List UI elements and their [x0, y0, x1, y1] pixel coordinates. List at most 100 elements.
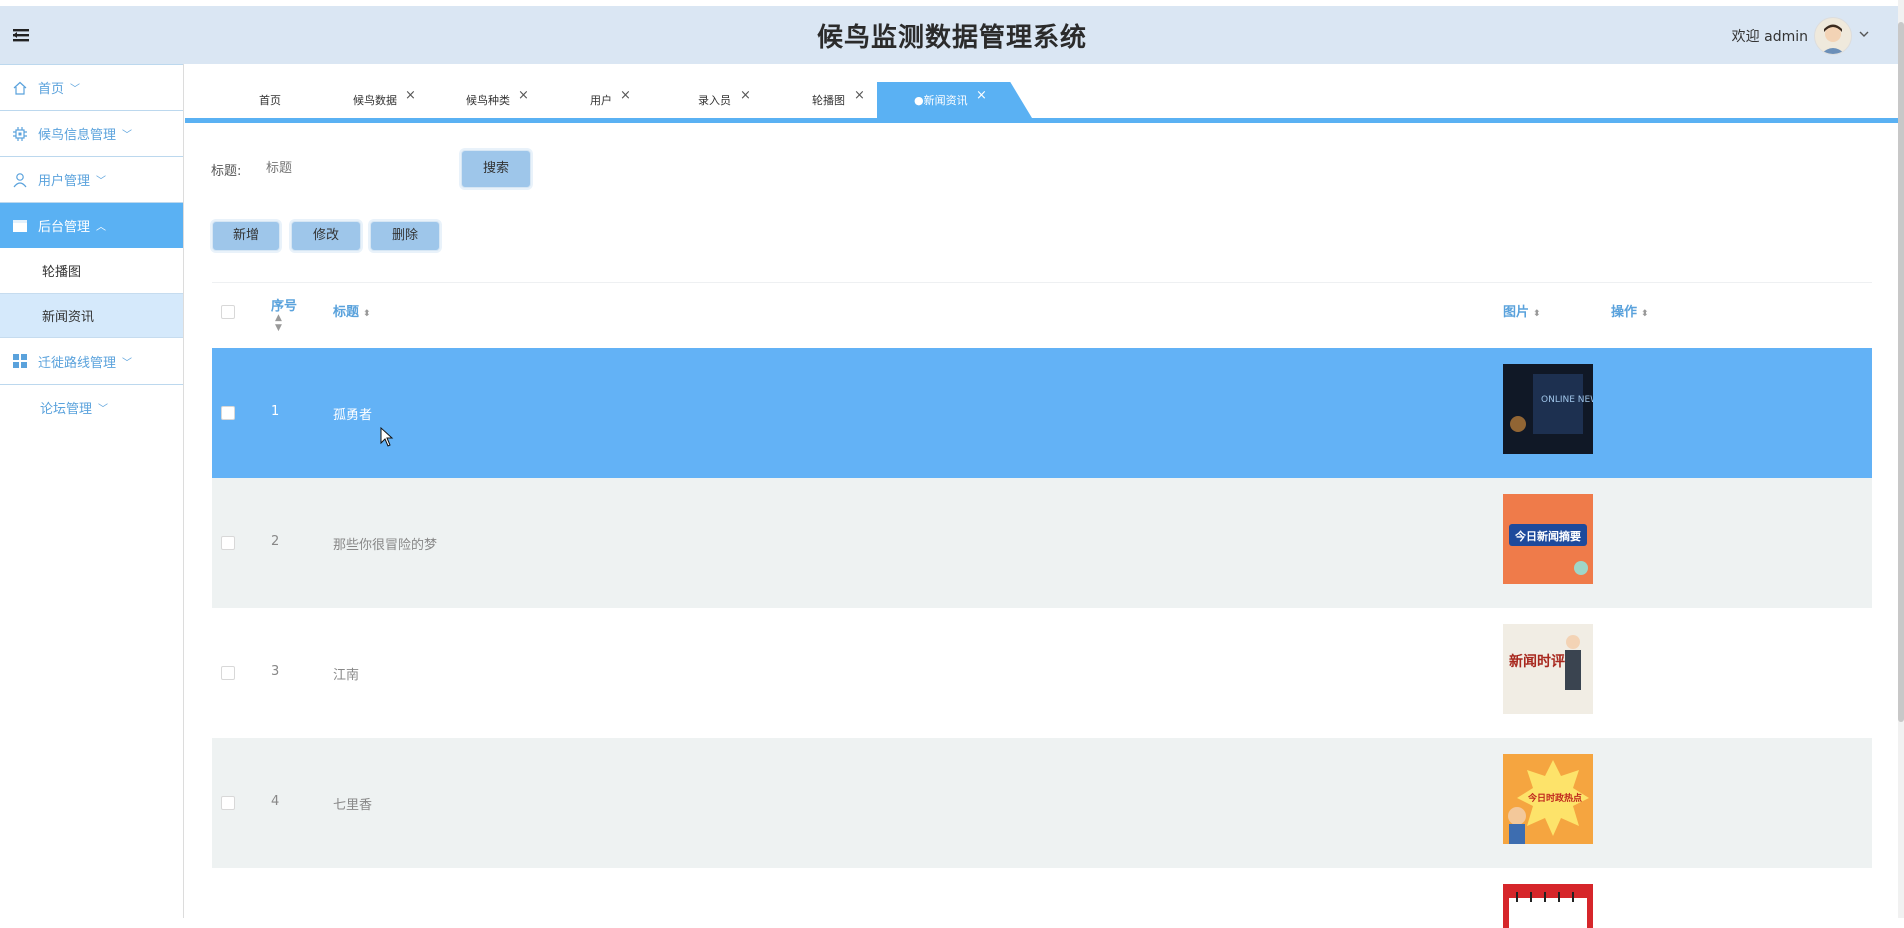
title-filter-label: 标题: — [211, 164, 242, 179]
sidebar-item-label: 迁徙路线管理 — [38, 355, 117, 371]
sidebar-item-label: 首页 — [38, 82, 65, 97]
thumbnail-text: 新闻时评 — [1509, 653, 1565, 670]
scrollbar-thumb[interactable] — [1898, 22, 1904, 722]
chevron-down-icon[interactable] — [1858, 28, 1870, 44]
row-index: 1 — [271, 404, 280, 419]
column-header-label: 序号 — [271, 299, 298, 314]
thumbnail-text: ONLINE NEWS — [1541, 395, 1593, 405]
row-checkbox[interactable] — [221, 536, 235, 550]
tab-carousel[interactable]: 轮播图 × — [812, 80, 865, 118]
column-header-label: 操作 — [1611, 305, 1638, 320]
table-row[interactable]: 4 七里香 今日时政热点 — [212, 738, 1872, 868]
sidebar-item-bird-info[interactable]: 候鸟信息管理 ﹀ — [0, 110, 183, 156]
close-icon[interactable]: × — [976, 75, 987, 117]
add-button[interactable]: 新增 — [212, 221, 280, 251]
row-index: 3 — [271, 664, 280, 679]
welcome-text: 欢迎 admin — [1731, 29, 1808, 45]
chevron-down-icon: ﹀ — [96, 176, 107, 187]
edit-button[interactable]: 修改 — [291, 221, 361, 251]
sidebar: 首页 ﹀ 候鸟信息管理 ﹀ 用户管理 ﹀ 后台管理 ︿ 轮播图 新闻资讯 迁徙路… — [0, 64, 184, 918]
user-menu[interactable]: 欢迎 admin — [1732, 16, 1870, 56]
close-icon[interactable]: × — [854, 75, 865, 117]
sidebar-subitem-label: 轮播图 — [42, 265, 82, 280]
column-header-title[interactable]: 标题 ⬍ — [333, 301, 371, 320]
table-icon — [12, 218, 28, 234]
row-title: 七里香 — [333, 798, 373, 813]
tab-user[interactable]: 用户 × — [590, 80, 631, 118]
tab-label: 用户 — [590, 94, 612, 107]
page-scrollbar[interactable] — [1898, 0, 1904, 918]
news-thumbnail[interactable]: 新闻时评 — [1503, 624, 1593, 714]
close-icon[interactable]: × — [405, 75, 416, 117]
news-table: 序号 ▲▼ 标题⬍ 图片⬍ 操作⬍ 1 孤勇者 ONLINE NEWS 2 那些… — [212, 282, 1872, 928]
sort-icon[interactable]: ▲ ▼ — [275, 313, 282, 333]
avatar[interactable] — [1814, 17, 1852, 55]
sidebar-item-label: 后台管理 — [38, 220, 91, 235]
close-icon[interactable]: × — [740, 75, 751, 117]
chip-icon — [12, 126, 28, 142]
sort-icon[interactable]: ⬍ — [363, 309, 371, 319]
news-thumbnail[interactable]: ONLINE NEWS — [1503, 364, 1593, 454]
news-thumbnail[interactable]: 今日新闻摘要 — [1503, 494, 1593, 584]
news-thumbnail[interactable] — [1503, 884, 1593, 928]
chevron-up-icon: ︿ — [96, 222, 107, 233]
table-header: 序号 ▲ ▼ 标题 ⬍ 图片 ⬍ 操作 ⬍ — [212, 283, 1872, 348]
search-button[interactable]: 搜索 — [461, 150, 531, 188]
close-icon[interactable]: × — [518, 75, 529, 117]
grid-icon — [12, 353, 28, 369]
row-index: 4 — [271, 794, 280, 809]
table-row[interactable] — [212, 868, 1872, 928]
chevron-down-icon: ﹀ — [122, 357, 133, 369]
row-title: 江南 — [333, 668, 360, 683]
sidebar-item-migration[interactable]: 迁徙路线管理 ﹀ — [0, 338, 183, 384]
close-icon[interactable]: × — [620, 75, 631, 117]
row-checkbox[interactable] — [221, 796, 235, 810]
chevron-down-icon: ﹀ — [98, 404, 109, 415]
tab-home[interactable]: 首页 — [259, 80, 281, 118]
chevron-down-icon: ﹀ — [122, 130, 133, 141]
thumbnail-text: 今日时政热点 — [1527, 792, 1582, 804]
sidebar-subitem-carousel[interactable]: 轮播图 — [0, 248, 183, 293]
thumbnail-text: 今日新闻摘要 — [1514, 529, 1581, 543]
tab-news[interactable]: ●新闻资讯 × — [914, 80, 987, 118]
tab-bird-data[interactable]: 候鸟数据 × — [353, 80, 416, 118]
home-icon — [12, 80, 28, 96]
sidebar-subitem-news[interactable]: 新闻资讯 — [0, 293, 183, 338]
tab-label: ●新闻资讯 — [914, 94, 968, 107]
delete-button[interactable]: 删除 — [370, 221, 440, 251]
app-title: 候鸟监测数据管理系统 — [816, 23, 1087, 53]
sidebar-item-forum[interactable]: 论坛管理 ﹀ — [0, 384, 183, 430]
row-checkbox[interactable] — [221, 406, 235, 420]
sort-icon[interactable]: ⬍ — [1533, 309, 1541, 319]
sidebar-subitem-label: 新闻资讯 — [42, 310, 95, 325]
tab-label: 首页 — [259, 94, 281, 107]
top-header: 候鸟监测数据管理系统 欢迎 admin — [0, 6, 1904, 64]
column-header-ops[interactable]: 操作 ⬍ — [1611, 301, 1649, 320]
select-all-checkbox[interactable] — [221, 305, 235, 319]
user-icon — [12, 172, 28, 188]
row-checkbox[interactable] — [221, 666, 235, 680]
table-row[interactable]: 2 那些你很冒险的梦 今日新闻摘要 — [212, 478, 1872, 608]
tab-label: 录入员 — [698, 94, 731, 107]
title-search-input[interactable] — [264, 153, 458, 183]
table-row[interactable]: 1 孤勇者 ONLINE NEWS — [212, 348, 1872, 478]
tab-bar: 首页 候鸟数据 × 候鸟种类 × 用户 × 录入员 × 轮播图 × ●新闻资讯 × — [185, 80, 1898, 120]
column-header-label: 图片 — [1503, 305, 1530, 320]
sidebar-item-user[interactable]: 用户管理 ﹀ — [0, 156, 183, 202]
news-thumbnail[interactable]: 今日时政热点 — [1503, 754, 1593, 844]
table-row[interactable]: 3 江南 新闻时评 — [212, 608, 1872, 738]
sidebar-item-home[interactable]: 首页 ﹀ — [0, 64, 183, 110]
tab-label: 候鸟数据 — [353, 94, 397, 107]
column-header-index[interactable]: 序号 — [271, 295, 297, 314]
sidebar-item-label: 论坛管理 — [40, 402, 93, 417]
row-title: 孤勇者 — [333, 408, 373, 423]
sort-icon[interactable]: ⬍ — [1641, 309, 1649, 319]
tab-label: 轮播图 — [812, 94, 845, 107]
sidebar-item-label: 候鸟信息管理 — [38, 128, 117, 143]
tab-recorder[interactable]: 录入员 × — [698, 80, 751, 118]
column-header-image[interactable]: 图片 ⬍ — [1503, 301, 1541, 320]
chevron-down-icon: ﹀ — [70, 84, 81, 95]
tab-bird-species[interactable]: 候鸟种类 × — [466, 80, 529, 118]
tab-label: 候鸟种类 — [466, 94, 510, 107]
sidebar-item-backend[interactable]: 后台管理 ︿ — [0, 202, 183, 248]
